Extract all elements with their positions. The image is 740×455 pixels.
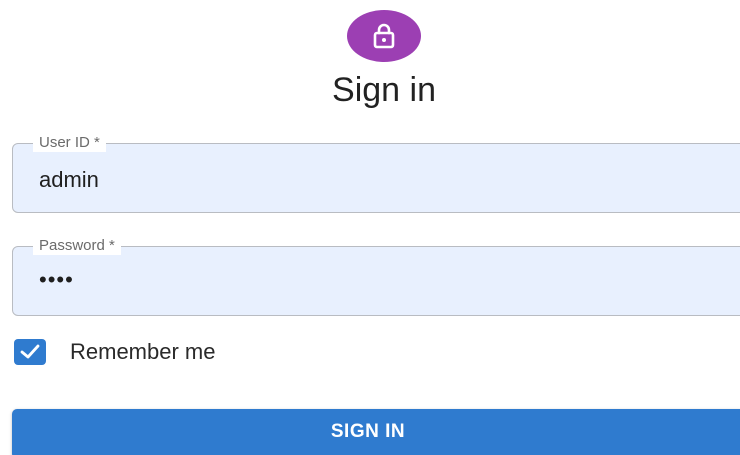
user-id-field[interactable]: User ID * admin: [12, 134, 740, 213]
remember-me-label[interactable]: Remember me: [70, 339, 215, 365]
user-id-value[interactable]: admin: [39, 167, 99, 193]
sign-in-button-label: SIGN IN: [330, 421, 406, 442]
user-id-label: User ID *: [33, 134, 106, 152]
lock-avatar: [347, 10, 421, 62]
remember-me-row[interactable]: Remember me: [14, 337, 215, 367]
sign-in-button[interactable]: SIGN IN: [12, 409, 740, 455]
lock-icon: [373, 23, 395, 49]
password-value[interactable]: ••••: [39, 267, 74, 293]
password-field[interactable]: Password * ••••: [12, 237, 740, 316]
page-title: Sign in: [332, 71, 436, 109]
checkmark-icon: [20, 344, 40, 359]
password-label: Password *: [33, 237, 121, 255]
sign-in-page: Sign in User ID * admin Password * •••• …: [0, 0, 740, 455]
remember-me-checkbox[interactable]: [14, 339, 46, 365]
